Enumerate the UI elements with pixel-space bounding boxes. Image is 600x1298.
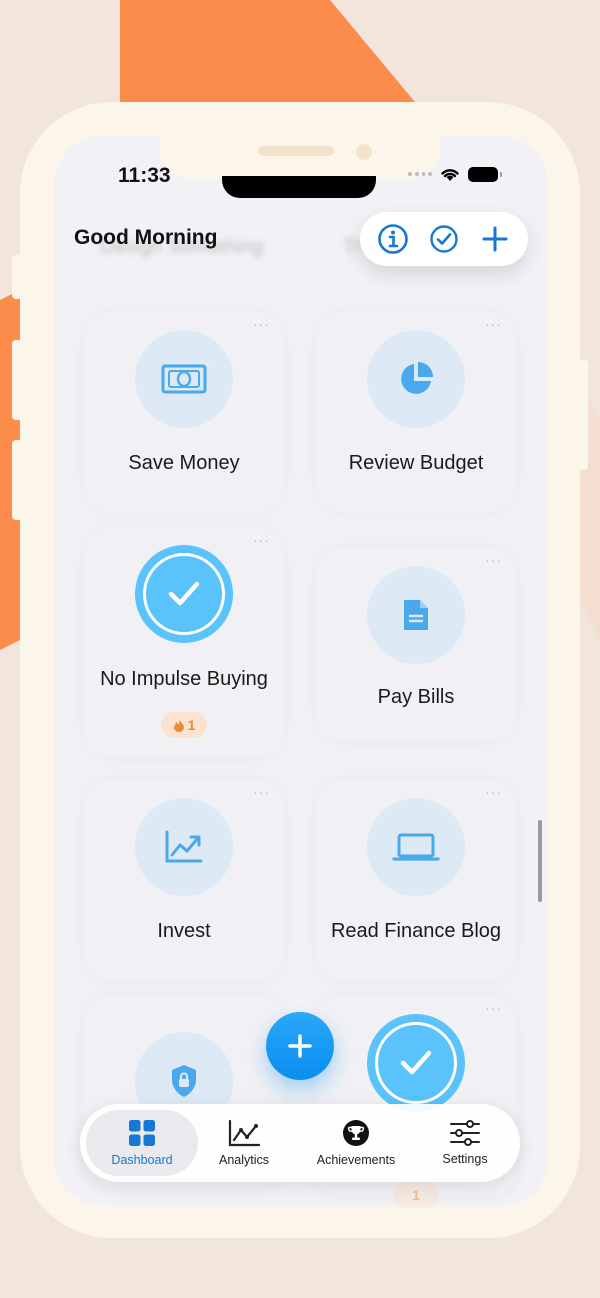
signal-icon	[408, 168, 432, 180]
habit-card-completed[interactable]: ··· No Impulse Buying 1	[84, 528, 284, 758]
camera-dot	[356, 144, 372, 160]
check-button[interactable]	[426, 221, 462, 257]
streak-badge: 1	[393, 1182, 439, 1208]
checkmark-icon	[168, 581, 200, 606]
streak-count: 1	[412, 1187, 420, 1203]
habit-label: Save Money	[128, 452, 240, 474]
sliders-icon	[450, 1120, 480, 1146]
tab-label: Settings	[442, 1152, 488, 1166]
completed-ring	[375, 1022, 457, 1104]
tab-bar: Dashboard Analytics Achievements Setting…	[80, 1104, 520, 1182]
info-circle-icon	[378, 224, 409, 254]
speaker-grille	[258, 146, 334, 156]
tab-label: Achievements	[316, 1153, 396, 1167]
checkmark-icon	[400, 1050, 432, 1075]
document-icon	[404, 600, 428, 630]
header-action-bar	[360, 212, 528, 266]
greeting-title: Good Morning	[74, 226, 218, 249]
trend-chart-icon	[165, 830, 203, 863]
habit-label: Invest	[157, 920, 211, 942]
card-menu-button[interactable]: ···	[485, 552, 502, 568]
habit-icon-circle	[135, 330, 233, 428]
plus-icon	[482, 226, 508, 252]
status-icons	[408, 166, 502, 182]
check-circle-icon	[430, 225, 458, 253]
add-button[interactable]	[477, 221, 513, 257]
tab-analytics[interactable]: Analytics	[198, 1110, 290, 1176]
card-menu-button[interactable]: ···	[485, 1000, 502, 1016]
phone-top-bump	[160, 102, 440, 178]
trophy-icon	[343, 1120, 369, 1146]
habit-card[interactable]: ··· Save Money	[84, 312, 284, 512]
card-menu-button[interactable]: ···	[253, 532, 270, 548]
tab-label: Dashboard	[111, 1153, 173, 1167]
banknote-icon	[161, 364, 207, 394]
card-menu-button[interactable]: ···	[253, 784, 270, 800]
wifi-icon	[441, 169, 459, 181]
streak-count: 1	[187, 717, 196, 733]
scrollbar[interactable]	[538, 820, 542, 902]
tab-dashboard[interactable]: Dashboard	[86, 1110, 198, 1176]
habit-label: Read Finance Blog	[330, 920, 502, 942]
completed-ring	[143, 553, 225, 635]
grid-icon	[129, 1120, 155, 1146]
habit-label: Pay Bills	[377, 686, 455, 708]
tab-label: Analytics	[218, 1153, 270, 1167]
habit-icon-circle	[135, 798, 233, 896]
status-time: 11:33	[118, 164, 171, 187]
streak-badge: 1	[161, 712, 207, 738]
tab-settings[interactable]: Settings	[420, 1110, 510, 1176]
laptop-icon	[392, 833, 440, 861]
completed-indicator	[135, 545, 233, 643]
line-chart-icon	[228, 1119, 260, 1147]
habit-card[interactable]: ··· Review Budget	[316, 312, 516, 512]
card-menu-button[interactable]: ···	[485, 316, 502, 332]
card-menu-button[interactable]: ···	[253, 316, 270, 332]
habit-icon-circle	[367, 798, 465, 896]
info-button[interactable]	[375, 221, 411, 257]
notch	[222, 176, 376, 198]
habit-label: Review Budget	[348, 452, 484, 474]
habit-card[interactable]: ··· Invest	[84, 780, 284, 980]
plus-icon	[288, 1034, 312, 1058]
faded-title: Tr	[343, 236, 362, 258]
flame-icon	[173, 719, 184, 732]
habit-label: No Impulse Buying	[100, 668, 268, 690]
pie-chart-icon	[401, 362, 433, 394]
faded-overlay: · · · ·	[206, 356, 265, 372]
shield-lock-icon	[172, 1065, 196, 1097]
completed-indicator	[367, 1014, 465, 1112]
tab-achievements[interactable]: Achievements	[300, 1110, 412, 1176]
habit-icon-circle	[367, 330, 465, 428]
battery-icon	[468, 166, 502, 182]
habit-card[interactable]: ··· Pay Bills	[316, 548, 516, 742]
habit-icon-circle	[367, 566, 465, 664]
add-habit-button[interactable]	[266, 1012, 334, 1080]
card-menu-button[interactable]: ···	[485, 784, 502, 800]
habit-card[interactable]: ··· Read Finance Blog	[316, 780, 516, 980]
